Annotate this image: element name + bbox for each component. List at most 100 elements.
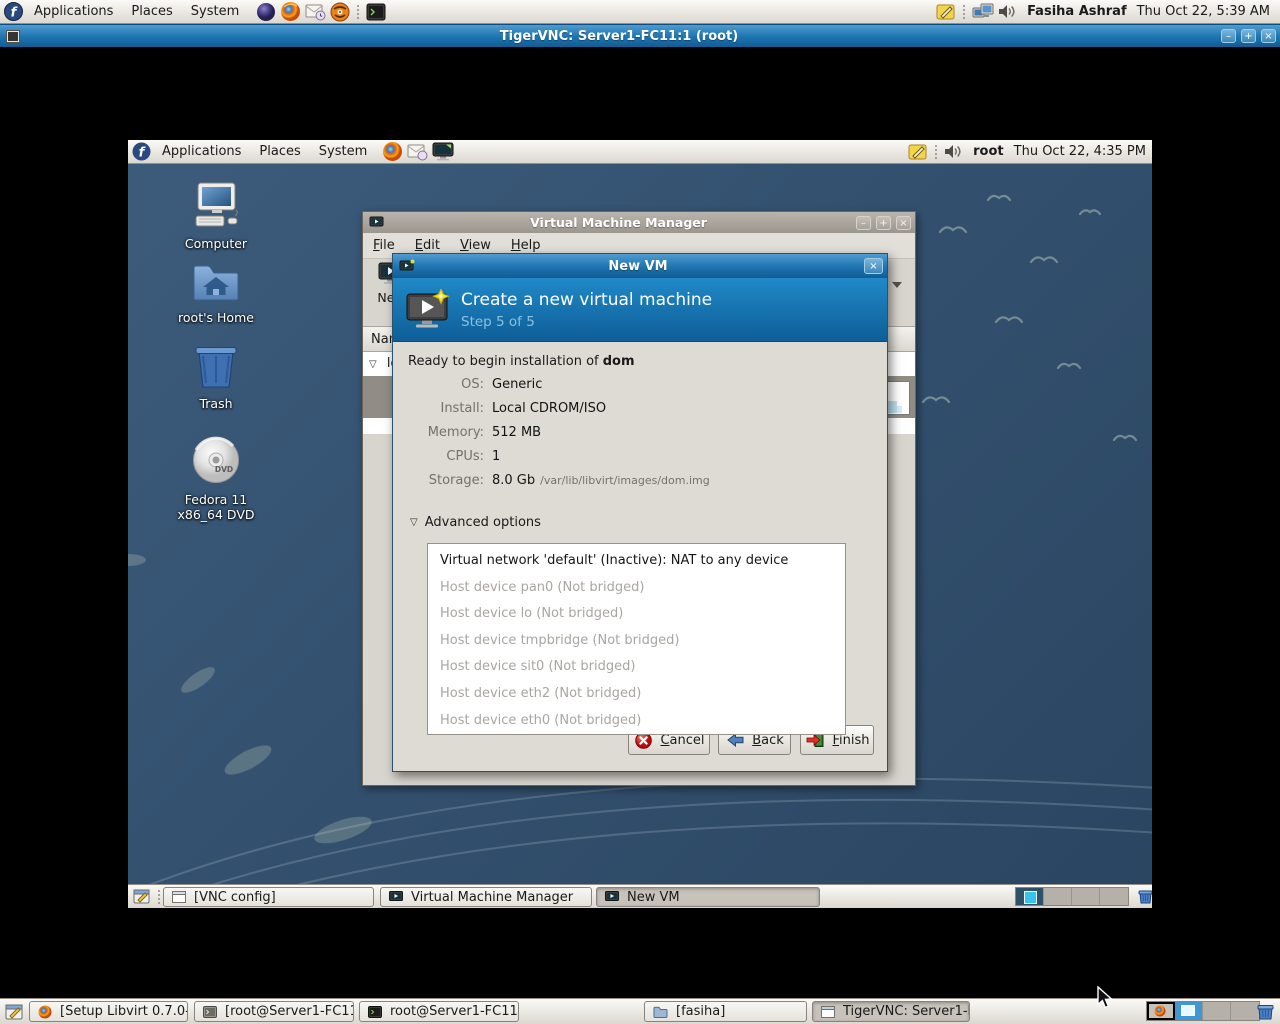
- taskbar-button-terminal-2[interactable]: root@Server1-FC11:/...: [359, 1001, 519, 1022]
- vmm-maximize-button[interactable]: +: [876, 216, 891, 230]
- summary-row-install: Install:Local CDROM/ISO: [408, 401, 710, 416]
- host-menu-system[interactable]: System: [182, 0, 248, 24]
- remote-username[interactable]: root: [966, 140, 1011, 164]
- advanced-options-expander[interactable]: ▽ Advanced options: [410, 515, 541, 530]
- desktop-icon-label: Computer: [161, 236, 271, 251]
- trash-applet-icon[interactable]: [1256, 1002, 1275, 1021]
- workspace-2[interactable]: [1044, 888, 1072, 905]
- show-desktop-icon[interactable]: [5, 1003, 24, 1021]
- back-arrow-icon: [727, 733, 744, 747]
- host-clock[interactable]: Thu Oct 22, 5:39 AM: [1134, 0, 1280, 24]
- screen: f Applications Places System: [0, 0, 1280, 1024]
- network-option[interactable]: Host device eth0 (Not bridged): [428, 708, 845, 735]
- expander-icon: ▽: [410, 517, 418, 528]
- desktop-icon-home[interactable]: root's Home: [161, 262, 271, 325]
- remote-workspace-switcher: [1015, 887, 1129, 906]
- vnc-close-button[interactable]: ×: [1261, 29, 1276, 43]
- dialog-close-button[interactable]: ×: [864, 258, 883, 274]
- taskbar-button-label: Virtual Machine Manager: [411, 890, 573, 905]
- taskbar-button-new-vm[interactable]: New VM: [596, 887, 820, 907]
- vnc-maximize-button[interactable]: +: [1241, 29, 1256, 43]
- dialog-heading: Create a new virtual machine: [461, 289, 712, 311]
- vmm-close-button[interactable]: ×: [896, 216, 911, 230]
- vm-name: dom: [603, 354, 635, 369]
- panel-handle: [962, 4, 966, 20]
- expander-icon[interactable]: ▽: [369, 359, 377, 370]
- remote-desktop: f Applications Places System root: [128, 140, 1152, 908]
- host-workspace-switcher: [1146, 1001, 1260, 1021]
- trash-icon: [193, 342, 239, 390]
- tiger-app-icon[interactable]: [330, 2, 350, 22]
- remote-menu-places[interactable]: Places: [250, 140, 309, 164]
- volume-icon[interactable]: [998, 3, 1018, 20]
- show-desktop-icon[interactable]: [133, 888, 151, 905]
- taskbar-button-label: [fasiha]: [676, 1004, 725, 1019]
- taskbar-button-terminal-1[interactable]: [root@Server1-FC11:~]: [194, 1001, 354, 1022]
- eclipse-launcher-icon[interactable]: [256, 2, 276, 22]
- virt-manager-icon: [389, 891, 403, 903]
- ready-text: Ready to begin installation of dom: [408, 354, 635, 369]
- remote-clock[interactable]: Thu Oct 22, 4:35 PM: [1011, 140, 1152, 164]
- workspace-4[interactable]: [1100, 888, 1128, 905]
- remote-taskbar: [VNC config] Virtual Machine Manager New…: [128, 884, 1152, 908]
- summary-row-memory: Memory:512 MB: [408, 425, 710, 440]
- workspace-1[interactable]: [1016, 888, 1044, 905]
- taskbar-button-fasiha[interactable]: [fasiha]: [644, 1001, 807, 1022]
- taskbar-button-setup-libvirt[interactable]: [Setup Libvirt 0.7.0-6 ...: [29, 1001, 188, 1022]
- dialog-title: New VM: [417, 259, 859, 274]
- vmm-titlebar[interactable]: Virtual Machine Manager – + ×: [363, 212, 915, 233]
- advanced-options-label: Advanced options: [425, 515, 541, 530]
- workspace-2[interactable]: [1175, 1002, 1203, 1020]
- terminal-launcher-icon[interactable]: [366, 3, 386, 21]
- mouse-cursor: [1095, 986, 1117, 1014]
- desktop-icon-fedora-dvd[interactable]: DVD Fedora 11 x86_64 DVD: [161, 436, 271, 522]
- notes-applet-icon[interactable]: [936, 3, 956, 21]
- workspace-3[interactable]: [1072, 888, 1100, 905]
- fedora-logo-icon[interactable]: f: [132, 142, 151, 161]
- host-menu-places[interactable]: Places: [122, 0, 181, 24]
- vnc-window-title: TigerVNC: Server1-FC11:1 (root): [22, 29, 1216, 44]
- firefox-launcher-icon[interactable]: [382, 141, 403, 162]
- home-folder-icon: [191, 262, 241, 304]
- taskbar-button-vmm[interactable]: Virtual Machine Manager: [380, 887, 592, 907]
- firefox-launcher-icon[interactable]: [280, 1, 301, 22]
- notes-applet-icon[interactable]: [908, 143, 928, 161]
- network-option[interactable]: Host device pan0 (Not bridged): [428, 575, 845, 602]
- network-options-list: Virtual network 'default' (Inactive): NA…: [427, 543, 846, 735]
- desktop-icon-label: Trash: [161, 396, 271, 411]
- vnc-minimize-button[interactable]: –: [1221, 29, 1236, 43]
- desktop-icon-computer[interactable]: Computer: [161, 182, 271, 251]
- taskbar-button-tigervnc[interactable]: TigerVNC: Server1-FC...: [812, 1001, 970, 1022]
- network-option[interactable]: Host device eth2 (Not bridged): [428, 681, 845, 708]
- volume-icon[interactable]: [944, 143, 964, 160]
- fedora-logo-icon[interactable]: f: [4, 2, 23, 21]
- host-top-panel: f Applications Places System: [0, 0, 1280, 24]
- network-option[interactable]: Virtual network 'default' (Inactive): NA…: [428, 548, 845, 575]
- virt-manager-icon: [605, 891, 619, 903]
- taskbar-button-vnc-config[interactable]: [VNC config]: [163, 887, 374, 907]
- evolution-mail-icon[interactable]: [305, 3, 326, 21]
- host-menu-applications[interactable]: Applications: [25, 0, 122, 24]
- network-option[interactable]: Host device lo (Not bridged): [428, 601, 845, 628]
- svg-text:DVD: DVD: [215, 465, 233, 474]
- workspace-1[interactable]: [1147, 1002, 1175, 1020]
- workspace-4[interactable]: [1231, 1002, 1259, 1020]
- summary-row-storage: Storage:8.0 Gb/var/lib/libvirt/images/do…: [408, 473, 710, 488]
- panel-handle: [157, 889, 161, 905]
- dialog-titlebar[interactable]: New VM ×: [393, 254, 887, 278]
- vmm-minimize-button[interactable]: –: [856, 216, 871, 230]
- remote-menu-system[interactable]: System: [310, 140, 376, 164]
- vnc-window-titlebar[interactable]: TigerVNC: Server1-FC11:1 (root) – + ×: [0, 24, 1280, 47]
- evolution-mail-icon[interactable]: [407, 143, 428, 161]
- dialog-window-icon: [399, 259, 415, 273]
- remote-menu-applications[interactable]: Applications: [153, 140, 250, 164]
- trash-applet-icon[interactable]: [1137, 888, 1152, 905]
- display-settings-icon[interactable]: [972, 3, 994, 21]
- panel-handle: [934, 144, 938, 160]
- desktop-icon-trash[interactable]: Trash: [161, 342, 271, 411]
- network-option[interactable]: Host device sit0 (Not bridged): [428, 654, 845, 681]
- workspace-3[interactable]: [1203, 1002, 1231, 1020]
- host-username[interactable]: Fasiha Ashraf: [1020, 0, 1134, 24]
- network-option[interactable]: Host device tmpbridge (Not bridged): [428, 628, 845, 655]
- virt-manager-launcher-icon[interactable]: [432, 142, 454, 161]
